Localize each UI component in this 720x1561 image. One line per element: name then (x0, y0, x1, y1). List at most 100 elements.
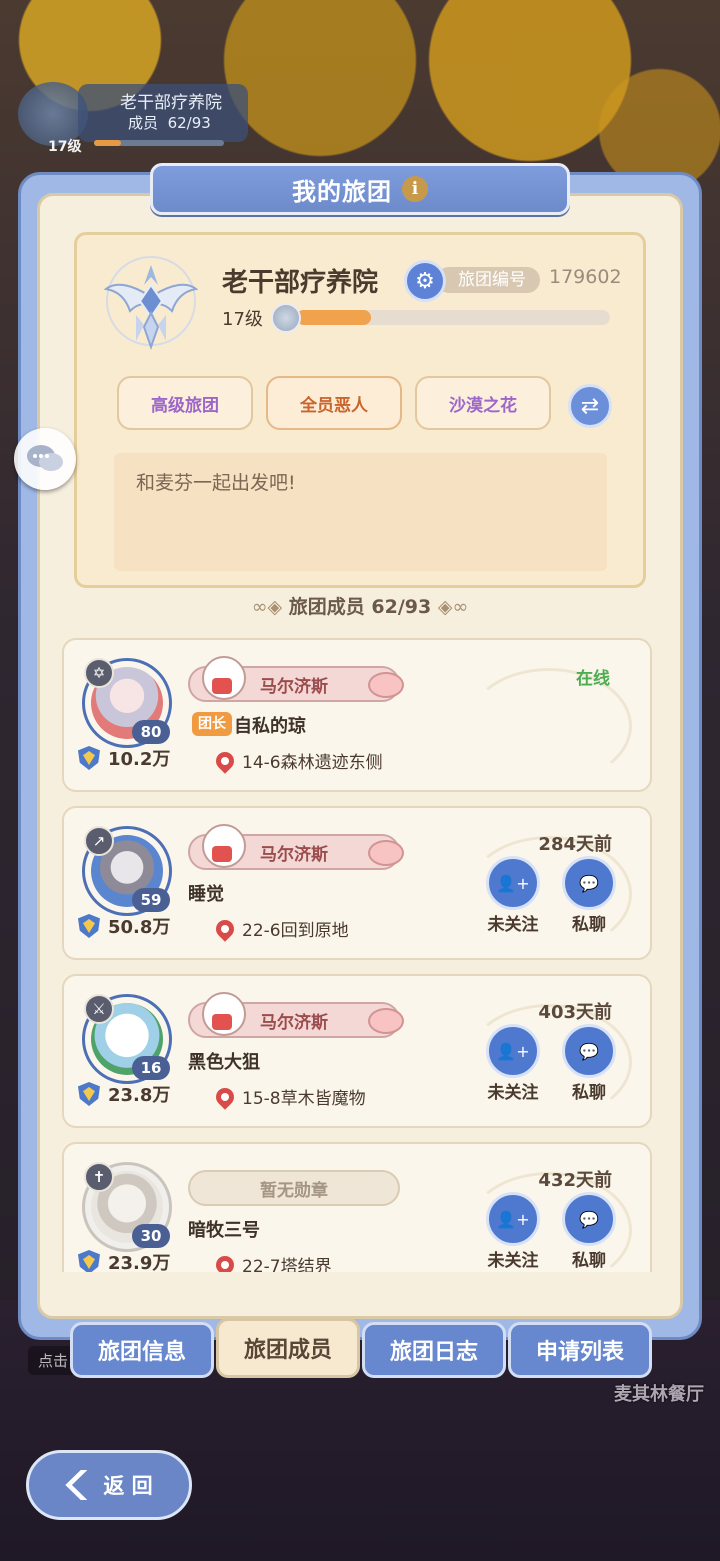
member-row[interactable]: ✝ 30 23.9万 暂无勋章 暗牧三号 22-7塔结界 432天前 👤+ 未关… (62, 1142, 652, 1272)
class-icon: ✝ (84, 1162, 114, 1192)
guild-tag-1: 高级旅团 (117, 376, 253, 430)
location-pin-icon (212, 915, 238, 942)
member-location: 15-8草木皆魔物 (212, 1083, 366, 1110)
tab-application-list[interactable]: 申请列表 (508, 1322, 652, 1378)
member-level: 30 (132, 1224, 170, 1248)
guild-id-label: 旅团编号 (436, 267, 540, 293)
class-icon: ✡ (84, 658, 114, 688)
member-medal: 马尔济斯 (188, 992, 404, 1038)
add-user-icon: 👤+ (496, 1209, 530, 1229)
member-level: 59 (132, 888, 170, 912)
member-name: 黑色大狙 (188, 1052, 260, 1073)
shield-icon (78, 914, 100, 938)
guild-motto: 和麦芬一起出发吧! (136, 472, 296, 494)
guild-tag-3: 沙漠之花 (415, 376, 551, 430)
private-chat-button[interactable]: 💬 (562, 1024, 616, 1078)
level-gem-icon (271, 303, 301, 333)
member-row[interactable]: ✡ 80 10.2万 马尔济斯 团长 自私的琼 14-6森林遗迹东侧 在线 (62, 638, 652, 792)
pig-icon (368, 1008, 404, 1034)
private-chat-button[interactable]: 💬 (562, 856, 616, 910)
guild-name: 老干部疗养院 (222, 268, 379, 298)
member-power: 23.9万 (78, 1249, 170, 1272)
gear-icon: ⚙ (415, 268, 435, 294)
follow-button[interactable]: 👤+ (486, 1024, 540, 1078)
member-level: 16 (132, 1056, 170, 1080)
last-seen: 432天前 (538, 1170, 612, 1191)
private-chat-button[interactable]: 💬 (562, 1192, 616, 1246)
member-name: 暗牧三号 (188, 1220, 260, 1241)
background-guild-card: 老干部疗养院 成员 62/93 17级 (8, 80, 248, 155)
class-icon: ↗ (84, 826, 114, 856)
background-guild-level: 17级 (48, 139, 82, 155)
swap-arrows-icon: ⇄ (580, 393, 600, 419)
location-pin-icon (212, 1251, 238, 1272)
class-icon: ⚔ (84, 994, 114, 1024)
member-row[interactable]: ⚔ 16 23.8万 马尔济斯 黑色大狙 15-8草木皆魔物 403天前 👤+ … (62, 974, 652, 1128)
background-guild-members: 成员 62/93 (128, 114, 211, 132)
tab-guild-log[interactable]: 旅团日志 (362, 1322, 506, 1378)
follow-label: 未关注 (487, 1083, 539, 1103)
bear-icon (202, 824, 246, 868)
bear-icon (202, 992, 246, 1036)
bear-icon (202, 656, 246, 700)
online-status: 在线 (576, 669, 610, 689)
member-row[interactable]: ↗ 59 50.8万 马尔济斯 睡觉 22-6回到原地 284天前 👤+ 未关注… (62, 806, 652, 960)
follow-label: 未关注 (487, 915, 539, 935)
swap-tags-button[interactable]: ⇄ (568, 384, 612, 428)
member-level: 80 (132, 720, 170, 744)
member-power: 23.8万 (78, 1081, 170, 1107)
member-name: 自私的琼 (234, 716, 306, 737)
chat-bubble-button[interactable] (14, 428, 76, 490)
member-list[interactable]: ✡ 80 10.2万 马尔济斯 团长 自私的琼 14-6森林遗迹东侧 在线 ↗ … (40, 632, 680, 1272)
panel-header: 我的旅团 i (150, 163, 570, 215)
guild-settings-button[interactable]: ⚙ (404, 260, 446, 302)
member-location: 14-6森林遗迹东侧 (212, 747, 383, 774)
member-medal: 马尔济斯 (188, 824, 404, 870)
follow-button[interactable]: 👤+ (486, 856, 540, 910)
location-pin-icon (212, 747, 238, 774)
add-user-icon: 👤+ (496, 1041, 530, 1061)
member-location: 22-6回到原地 (212, 915, 349, 942)
shield-icon (78, 746, 100, 770)
member-power: 50.8万 (78, 913, 170, 939)
chat-icon: 💬 (579, 1209, 599, 1229)
background-guild-xp-bar (94, 140, 224, 146)
restaurant-label: 麦其林餐厅 (614, 1384, 704, 1405)
shield-icon (78, 1250, 100, 1272)
back-button[interactable]: 返 回 (26, 1450, 192, 1520)
chat-icon: 💬 (579, 873, 599, 893)
shield-icon (78, 1082, 100, 1106)
members-heading: ∞◈ 旅团成员 62/93 ◈∞ (251, 596, 469, 618)
follow-label: 未关注 (487, 1251, 539, 1271)
follow-button[interactable]: 👤+ (486, 1192, 540, 1246)
background-guild-name: 老干部疗养院 (120, 93, 222, 113)
back-arrow-icon (65, 1470, 88, 1500)
last-seen: 284天前 (538, 834, 612, 855)
guild-id-value: 179602 (549, 266, 622, 288)
member-medal: 暂无勋章 (188, 1170, 400, 1206)
member-location: 22-7塔结界 (212, 1251, 332, 1272)
chat-icon: 💬 (579, 1041, 599, 1061)
role-badge: 团长 (192, 712, 232, 736)
guild-level: 17级 (222, 309, 263, 330)
panel-title: 我的旅团 (292, 177, 392, 206)
guild-tag-2: 全员恶人 (266, 376, 402, 430)
last-seen: 403天前 (538, 1002, 612, 1023)
private-chat-label: 私聊 (572, 915, 606, 935)
member-name: 睡觉 (188, 884, 224, 905)
tab-guild-members[interactable]: 旅团成员 (216, 1318, 360, 1378)
location-pin-icon (212, 1083, 238, 1110)
private-chat-label: 私聊 (572, 1083, 606, 1103)
member-medal: 马尔济斯 (188, 656, 404, 702)
tab-guild-info[interactable]: 旅团信息 (70, 1322, 214, 1378)
ornament-left-icon: ∞◈ (251, 596, 283, 618)
ornament-right-icon: ◈∞ (437, 596, 469, 618)
guild-xp-bar (296, 310, 610, 325)
add-user-icon: 👤+ (496, 873, 530, 893)
guild-wings-emblem-icon (103, 256, 199, 351)
member-power: 10.2万 (78, 745, 170, 771)
info-icon[interactable]: i (402, 176, 428, 202)
pig-icon (368, 672, 404, 698)
private-chat-label: 私聊 (572, 1251, 606, 1271)
chat-bubbles-icon (27, 445, 63, 471)
